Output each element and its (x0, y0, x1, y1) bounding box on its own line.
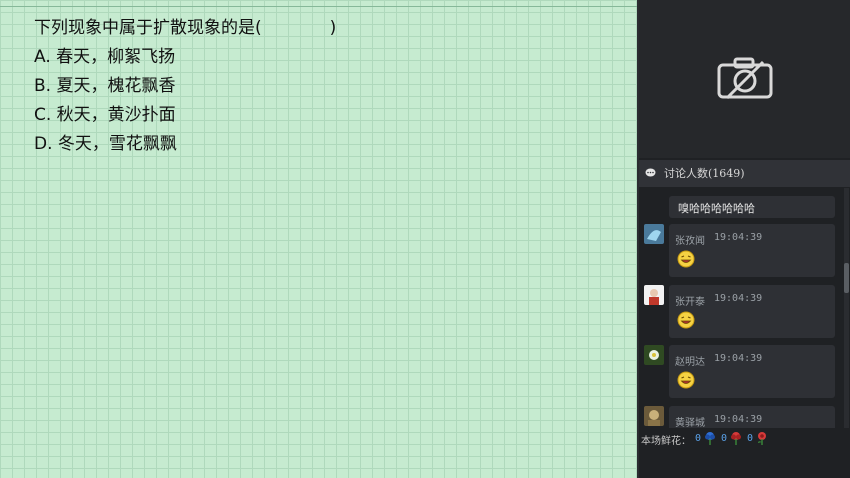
flower-count-red: 0 (721, 433, 728, 444)
option-c: C. 秋天，黄沙扑面 (34, 105, 176, 125)
flowers-bar: 本场鲜花： 0 0 0 (639, 430, 850, 448)
flower-count-blue: 0 (695, 433, 702, 444)
option-a: A. 春天，柳絮飞扬 (34, 47, 176, 67)
avatar[interactable] (644, 285, 664, 305)
chat-message-list[interactable]: 嗅哈哈哈哈哈哈 张孜闻 19:04:39 张开泰 19:04:39 赵明达 19… (639, 188, 839, 428)
chat-message: 嗅哈哈哈哈哈哈 (669, 196, 835, 218)
user-name: 张孜闻 (675, 236, 705, 247)
chat-header: 讨论人数(1649) (639, 160, 850, 187)
option-d: D. 冬天，雪花飘飘 (34, 134, 177, 154)
flowers-label: 本场鲜花： (641, 436, 691, 447)
question-board: 下列现象中属于扩散现象的是( ) A. 春天，柳絮飞扬 B. 夏天，槐花飘香 C… (0, 0, 637, 478)
red-flower-icon[interactable] (729, 431, 743, 445)
board-top-rule (0, 6, 637, 7)
user-name: 张开泰 (675, 297, 705, 308)
user-name: 赵明达 (675, 357, 705, 368)
chat-message: 张孜闻 19:04:39 (669, 224, 835, 277)
flower-count-rose: 0 (747, 433, 754, 444)
question-stem: 下列现象中属于扩散现象的是( ) (34, 18, 337, 38)
chat-message: 黄驿城 19:04:39 (669, 406, 835, 428)
laughing-emoji-icon (677, 250, 695, 268)
blue-flower-icon[interactable] (703, 431, 717, 445)
chat-count: 讨论人数(1649) (664, 167, 745, 180)
chat-message: 赵明达 19:04:39 (669, 345, 835, 398)
option-b: B. 夏天，槐花飘香 (34, 76, 176, 96)
scrollbar-thumb[interactable] (844, 263, 849, 293)
message-time: 19:04:39 (714, 353, 763, 364)
avatar[interactable] (644, 406, 664, 426)
video-area[interactable] (639, 0, 850, 158)
message-time: 19:04:39 (714, 293, 763, 304)
avatar[interactable] (644, 345, 664, 365)
question-text: 下列现象中属于扩散现象的是( ) A. 春天，柳絮飞扬 B. 夏天，槐花飘香 C… (34, 14, 336, 159)
message-time: 19:04:39 (714, 232, 763, 243)
camera-off-icon (717, 57, 773, 100)
laughing-emoji-icon (677, 371, 695, 389)
message-time: 19:04:39 (714, 414, 763, 425)
rose-icon[interactable] (755, 431, 769, 445)
user-name: 黄驿城 (675, 418, 705, 428)
chat-bubble-icon (645, 168, 656, 177)
chat-scrollbar[interactable] (844, 188, 849, 428)
side-panel: 讨论人数(1649) 嗅哈哈哈哈哈哈 张孜闻 19:04:39 张开泰 19:0… (639, 0, 850, 478)
message-text: 嗅哈哈哈哈哈哈 (678, 202, 755, 215)
chat-message: 张开泰 19:04:39 (669, 285, 835, 338)
laughing-emoji-icon (677, 311, 695, 329)
avatar[interactable] (644, 224, 664, 244)
